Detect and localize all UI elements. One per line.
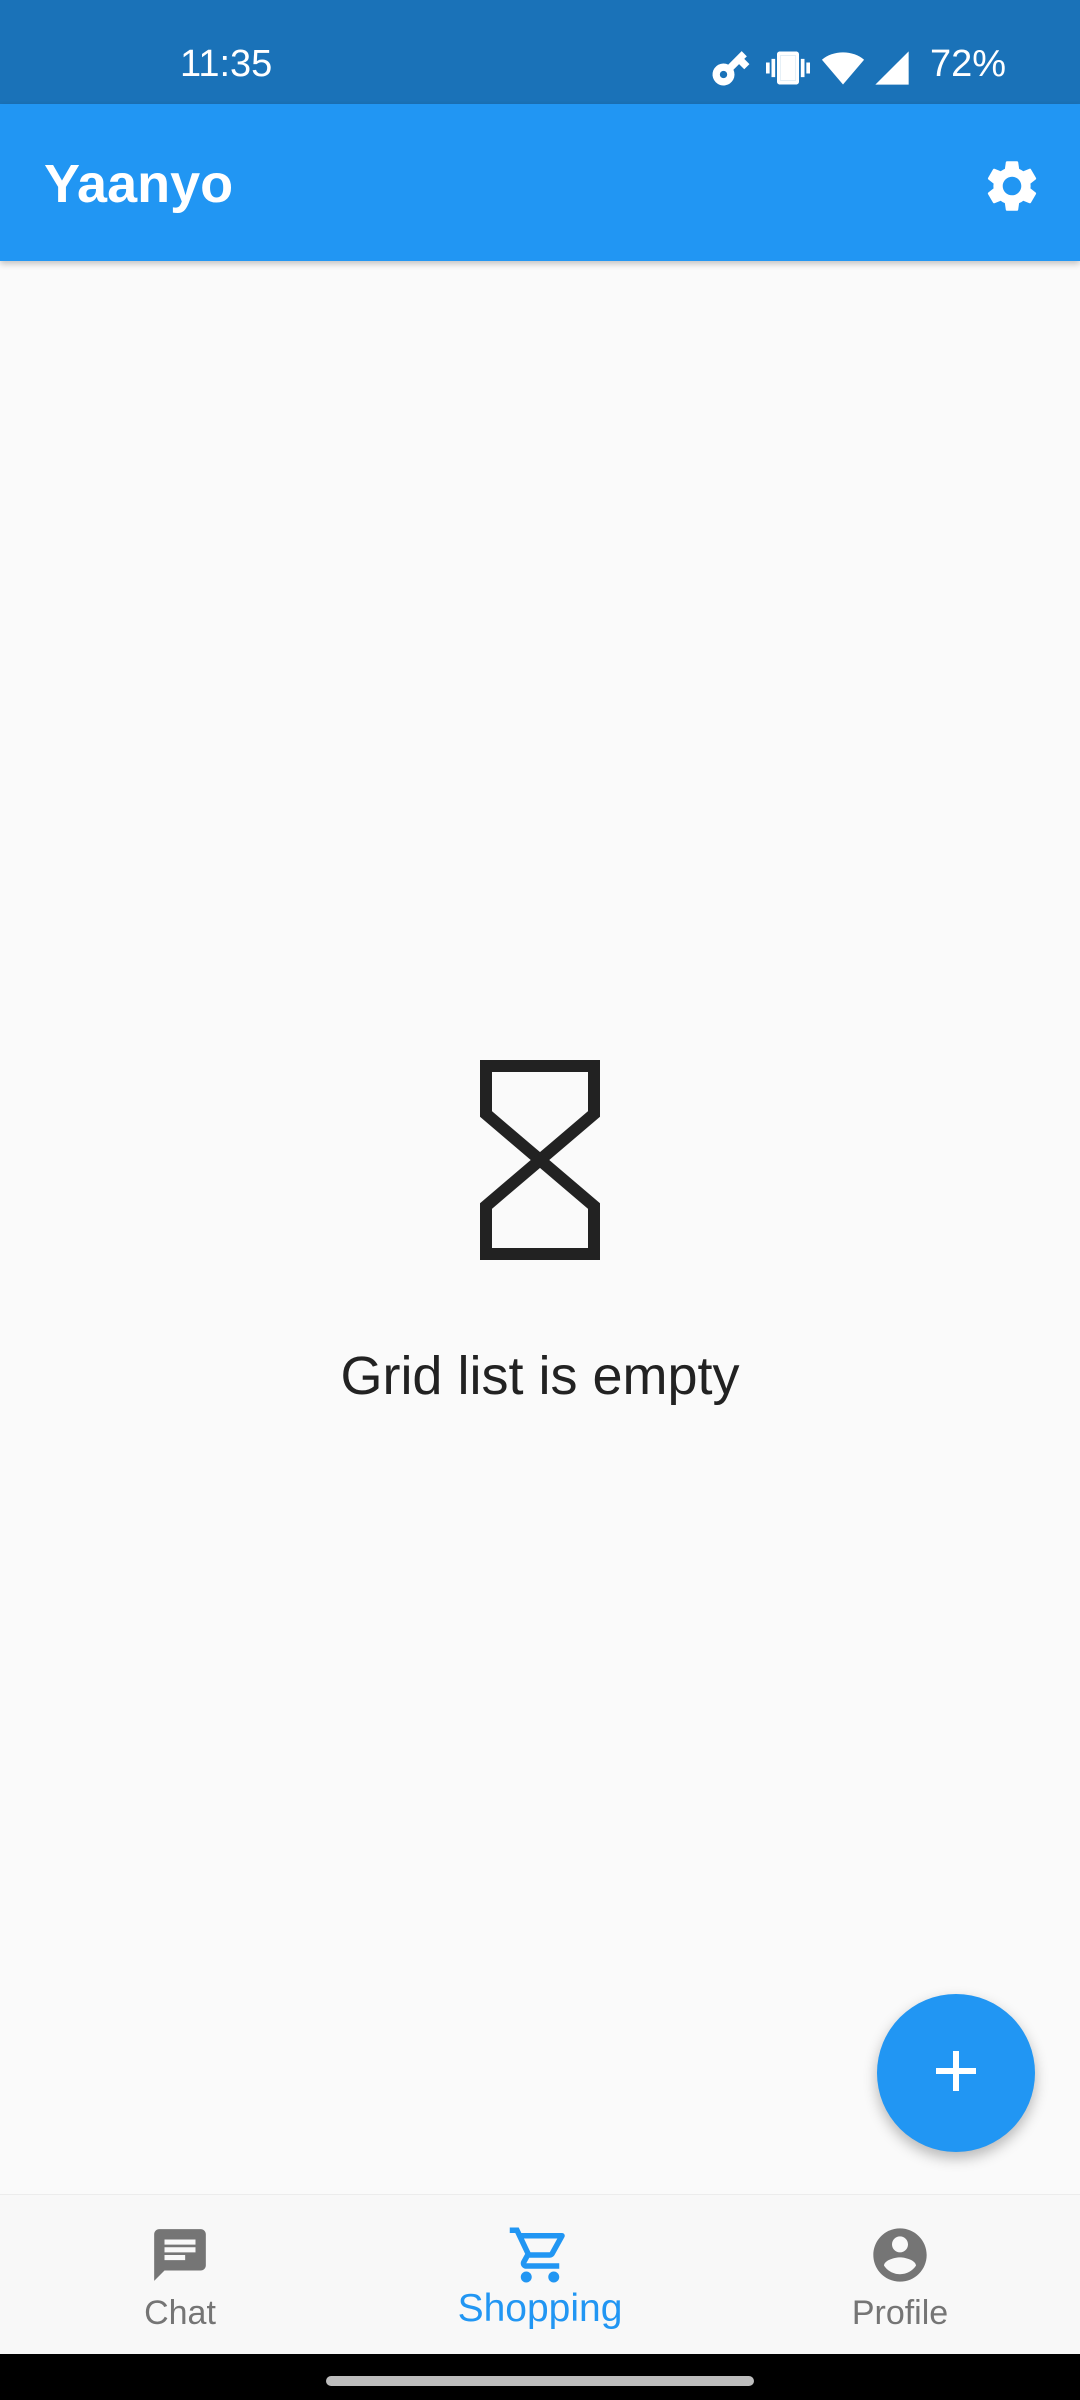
nav-item-shopping[interactable]: Shopping <box>360 2195 720 2355</box>
battery-percentage: 72% <box>930 43 1007 85</box>
add-button[interactable] <box>877 1994 1035 2152</box>
app-bar: Yaanyo <box>0 104 1080 261</box>
nav-item-profile[interactable]: Profile <box>720 2195 1080 2355</box>
status-bar: 11:35 72% <box>0 0 1080 104</box>
nav-label-profile: Profile <box>851 2294 949 2332</box>
empty-state: Grid list is empty <box>0 1060 1080 1408</box>
vibrate-icon <box>766 46 810 90</box>
signal-icon <box>872 48 912 88</box>
nav-label-chat: Chat <box>144 2294 216 2332</box>
status-icons <box>708 44 912 92</box>
status-time: 11:35 <box>180 43 273 85</box>
cart-icon <box>507 2223 573 2287</box>
wifi-icon <box>820 46 866 90</box>
bottom-navigation: Chat Shopping Profile <box>0 2194 1080 2355</box>
chat-icon <box>149 2223 211 2287</box>
settings-button[interactable] <box>964 146 1060 230</box>
empty-message: Grid list is empty <box>340 1346 740 1406</box>
home-gesture-handle[interactable] <box>326 2376 754 2386</box>
key-icon <box>708 46 752 90</box>
system-navigation-bar <box>0 2354 1080 2400</box>
plus-icon <box>932 2047 980 2100</box>
gear-icon <box>981 155 1043 222</box>
hourglass-icon <box>0 1060 1080 1260</box>
nav-item-chat[interactable]: Chat <box>0 2195 360 2355</box>
app-title: Yaanyo <box>44 154 234 214</box>
account-icon <box>868 2223 932 2287</box>
nav-label-shopping: Shopping <box>457 2287 623 2330</box>
